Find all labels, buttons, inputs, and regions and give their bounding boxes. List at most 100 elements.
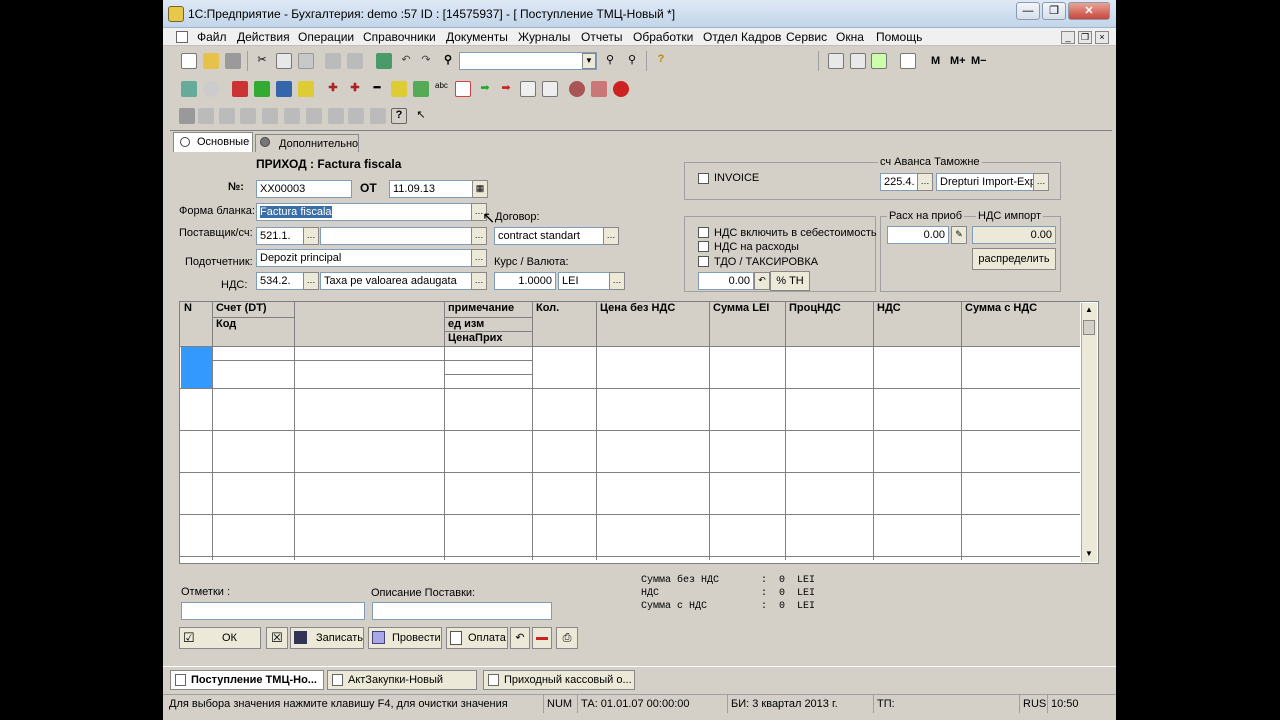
mark-icon[interactable] (298, 81, 314, 97)
move-icon[interactable] (391, 81, 407, 97)
expense-edit-icon[interactable]: ✎ (951, 226, 967, 244)
arrow-icon[interactable] (413, 81, 429, 97)
link-icon[interactable] (569, 81, 585, 97)
mdi-close-icon[interactable]: × (1095, 31, 1109, 44)
scroll-thumb[interactable] (1083, 320, 1095, 335)
menu-hr[interactable]: Отдел Кадров (703, 30, 781, 44)
contract-field[interactable]: contract standart (494, 227, 604, 245)
table-icon[interactable] (455, 81, 471, 97)
advance-account-button[interactable]: … (917, 173, 933, 191)
book-icon[interactable] (900, 53, 916, 69)
distribute-button[interactable]: распределить (972, 248, 1056, 270)
rate-field[interactable]: 1.0000 (494, 272, 556, 290)
calculator-icon[interactable] (828, 53, 844, 69)
help-icon[interactable]: ? (653, 53, 669, 69)
menu-service[interactable]: Сервис (786, 30, 827, 44)
menu-actions[interactable]: Действия (237, 30, 290, 44)
customs-field[interactable]: Drepturi Import-Expor (936, 173, 1034, 191)
vat-account-field[interactable]: 534.2. (256, 272, 304, 290)
memory-plus-button[interactable]: M+ (950, 55, 966, 67)
undo-icon[interactable]: ↶ (398, 53, 414, 69)
maximize-icon[interactable]: ❐ (1042, 2, 1066, 20)
stop-icon[interactable] (613, 81, 629, 97)
copy-icon[interactable] (276, 53, 292, 69)
paste-icon[interactable] (298, 53, 314, 69)
scroll-up-icon[interactable]: ▲ (1082, 305, 1096, 315)
remove-row-icon[interactable]: ━ (369, 81, 385, 97)
list-icon[interactable] (520, 81, 536, 97)
menu-journals[interactable]: Журналы (518, 30, 570, 44)
find-icon[interactable]: ⚲ (440, 53, 456, 69)
nav-icon[interactable] (284, 108, 300, 124)
nav-icon[interactable] (262, 108, 278, 124)
delete-icon[interactable] (232, 81, 248, 97)
task-purchase-act[interactable]: АктЗакупки-Новый (327, 670, 477, 690)
save-disk-icon[interactable] (225, 53, 241, 69)
new-icon[interactable] (181, 53, 197, 69)
cancel-x-icon[interactable]: ☒ (266, 627, 288, 649)
pointer-help-icon[interactable]: ↖ (413, 108, 429, 124)
supplier-account-button[interactable]: … (303, 227, 319, 245)
menu-file[interactable]: Файл (197, 30, 227, 44)
nav-icon[interactable] (328, 108, 344, 124)
open-icon[interactable] (203, 53, 219, 69)
number-field[interactable]: ХХ00003 (256, 180, 352, 198)
chart-icon[interactable] (276, 81, 292, 97)
customs-select-button[interactable]: … (1033, 173, 1049, 191)
delivery-field[interactable] (372, 602, 552, 620)
tdo-value-field[interactable]: 0.00 (698, 272, 754, 290)
combo-dropdown-icon[interactable]: ▼ (582, 53, 596, 69)
currency-field[interactable]: LEI (558, 272, 610, 290)
date-field[interactable]: 11.09.13 (389, 180, 473, 198)
add-row-icon[interactable]: ✚ (325, 81, 341, 97)
help-book-icon[interactable]: ? (391, 108, 407, 124)
accountable-select-button[interactable]: … (471, 249, 487, 267)
red-arrow-icon[interactable]: ➡ (498, 81, 514, 97)
currency-select-button[interactable]: … (609, 272, 625, 290)
report-icon[interactable] (542, 81, 558, 97)
menu-windows[interactable]: Окна (836, 30, 864, 44)
invoice-checkbox[interactable] (698, 173, 709, 184)
messages-icon[interactable] (871, 53, 887, 69)
close-icon[interactable]: ✕ (1068, 2, 1110, 20)
nav-icon[interactable] (198, 108, 214, 124)
menu-reports[interactable]: Отчеты (581, 30, 622, 44)
nav-icon[interactable] (348, 108, 364, 124)
refresh-icon[interactable] (203, 81, 219, 97)
notes-field[interactable] (181, 602, 365, 620)
find-next-icon[interactable]: ⚲ (602, 53, 618, 69)
menu-processing[interactable]: Обработки (633, 30, 693, 44)
green-arrow-icon[interactable]: ➡ (477, 81, 493, 97)
tdo-checkbox[interactable] (698, 256, 709, 267)
percent-button[interactable]: % ТН (770, 271, 810, 291)
calendar-button-icon[interactable]: ▦ (472, 180, 488, 198)
contract-select-button[interactable]: … (603, 227, 619, 245)
supplier-select-button[interactable]: … (471, 227, 487, 245)
nav-icon[interactable] (219, 108, 235, 124)
task-cash-order[interactable]: Приходный кассовый о... (483, 670, 635, 690)
vat-account-button[interactable]: … (303, 272, 319, 290)
insert-row-icon[interactable]: ✚ (347, 81, 363, 97)
nav-icon[interactable] (240, 108, 256, 124)
nav-icon[interactable] (179, 108, 195, 124)
task-receipt[interactable]: Поступление ТМЦ-Но... (170, 670, 324, 690)
redo-icon[interactable]: ↷ (418, 53, 434, 69)
memory-minus-button[interactable]: M− (971, 55, 987, 67)
supplier-account-field[interactable]: 521.1. (256, 227, 304, 245)
scroll-down-icon[interactable]: ▼ (1082, 549, 1096, 559)
cut-icon[interactable]: ✂ (254, 53, 270, 69)
print-doc-icon[interactable]: ⎙ (556, 627, 578, 649)
advance-account-field[interactable]: 225.4. (880, 173, 918, 191)
undo-post-icon[interactable]: ↶ (510, 627, 530, 649)
menu-catalogs[interactable]: Справочники (363, 30, 436, 44)
vat-select-button[interactable]: … (471, 272, 487, 290)
vat-field[interactable]: Taxa pe valoarea adaugata (320, 272, 472, 290)
tree-icon[interactable] (254, 81, 270, 97)
grid-icon[interactable] (591, 81, 607, 97)
label-icon[interactable]: abc (435, 81, 451, 97)
preview-icon[interactable] (347, 53, 363, 69)
menu-operations[interactable]: Операции (298, 30, 354, 44)
menu-help[interactable]: Помощь (876, 30, 922, 44)
print-icon[interactable] (325, 53, 341, 69)
minimize-icon[interactable]: — (1016, 2, 1040, 20)
